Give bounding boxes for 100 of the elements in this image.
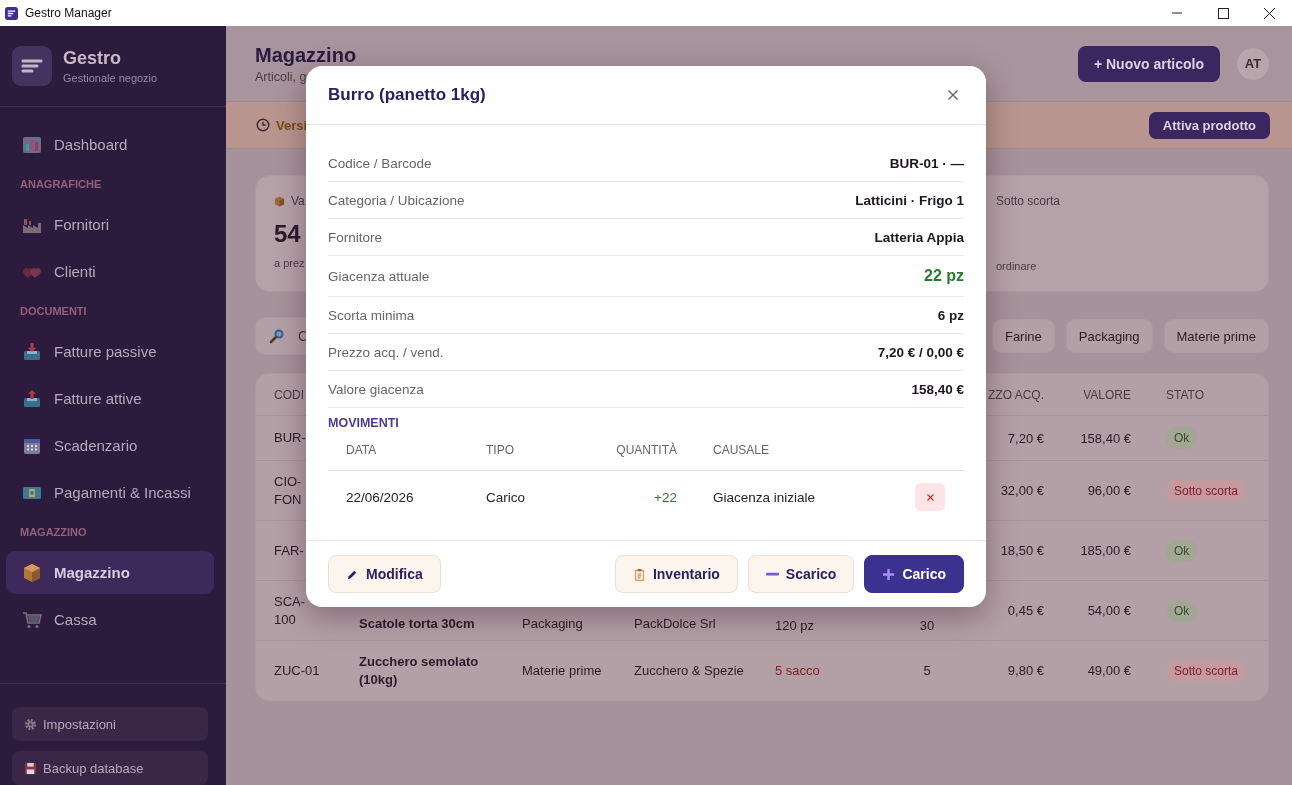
backup-button[interactable]: Backup database: [12, 751, 208, 785]
table-cell: ZUC-01: [274, 661, 320, 680]
table-cell-text: 22/06/2026: [346, 489, 415, 505]
bar-chart-icon: [22, 134, 42, 155]
maximize-icon: [1217, 7, 1229, 19]
stat-value: 54: [274, 220, 301, 248]
activate-button[interactable]: Attiva prodotto: [1148, 111, 1270, 139]
nav-item[interactable]: Magazzino: [6, 551, 214, 594]
window-title: Gestro Manager: [25, 6, 112, 20]
table-cell-text: Carico: [486, 489, 526, 505]
app-tagline: Gestionale negozio: [63, 72, 158, 84]
detail-value: 158,40 €: [911, 381, 964, 397]
stat-note: ordinare: [996, 260, 1037, 272]
nav-item[interactable]: Scadenzario: [6, 424, 214, 467]
table-cell-text: Zucchero & Spezie: [634, 661, 745, 680]
detail-label: Scorta minima: [328, 307, 415, 323]
nav-section-label: ANAGRAFICHE: [19, 177, 103, 192]
nav-item[interactable]: Pagamenti & Incassi: [6, 471, 214, 514]
table-cell-text: 96,00 €: [1086, 483, 1131, 498]
status-badge: Ok: [1166, 539, 1198, 562]
nav-section-label: DOCUMENTI: [19, 304, 88, 319]
table-cell-text: Giacenza iniziale: [713, 489, 817, 505]
detail-value: BUR-01 · —: [889, 155, 964, 171]
search-icon: [269, 328, 285, 344]
table-cell-text: Scatole torta 30cm: [359, 615, 476, 633]
table-cell-text: Zucchero semolato (10kg): [359, 652, 480, 689]
table-cell-text: CIO-FON: [274, 472, 303, 509]
column-header: VALORE: [1082, 387, 1131, 402]
column-header: QUANTITÀ: [615, 443, 677, 457]
tray-icon: [22, 388, 42, 409]
detail-label: Valore giacenza: [328, 381, 424, 397]
clock-icon: [256, 118, 270, 132]
page-subtitle: Articoli, g: [255, 69, 308, 84]
page-title: Magazzino: [255, 43, 357, 67]
table-cell-text: Materie prime: [522, 661, 603, 680]
column-header: STATO: [1165, 387, 1205, 402]
column-header: CAUSALE: [713, 443, 771, 457]
close-icon: [926, 493, 934, 501]
settings-button[interactable]: Impostazioni: [12, 707, 208, 741]
box-icon: [274, 195, 285, 207]
nav-item[interactable]: Fatture passive: [6, 330, 214, 373]
detail-value: Latticini · Frigo 1: [855, 192, 964, 208]
close-icon: [1263, 7, 1275, 19]
filter-chip[interactable]: Packaging: [1065, 319, 1153, 353]
inventory-button[interactable]: Inventario: [614, 555, 738, 593]
table-cell-text: 7,20 €: [1006, 430, 1044, 446]
clipboard-icon: [632, 567, 646, 581]
detail-label: Fornitore: [328, 229, 383, 245]
column-header: CODI: [274, 387, 304, 402]
filter-chip[interactable]: Materie prime: [1163, 319, 1269, 353]
detail-value: 22 pz: [924, 267, 964, 285]
table-cell-text: 5: [922, 663, 932, 678]
nav-item[interactable]: Dashboard: [6, 123, 214, 166]
detail-label: Giacenza attuale: [328, 268, 430, 284]
load-button[interactable]: Carico: [864, 555, 964, 593]
nav-section-label: MAGAZZINO: [19, 525, 88, 540]
table-cell-text: Packaging: [522, 615, 584, 633]
dialog-title: Burro (panetto 1kg): [328, 85, 486, 105]
table-cell-text: SCA-100: [274, 592, 307, 629]
table-cell-text: +22: [653, 489, 677, 505]
filter-chip[interactable]: Farine: [991, 319, 1055, 353]
status-badge: Sotto scorta: [1166, 659, 1247, 682]
table-cell-text: 0,45 €: [1006, 603, 1044, 618]
nav-item[interactable]: Clienti: [6, 250, 214, 293]
status-badge: Ok: [1166, 427, 1198, 449]
table-cell-text: 5 sacco: [775, 663, 821, 678]
detail-value: 6 pz: [937, 307, 964, 323]
table-cell-text: PackDolce Srl: [634, 615, 717, 633]
stat-note: a prez: [274, 257, 305, 269]
logo-icon: [12, 46, 52, 86]
nav-item[interactable]: Fornitori: [6, 203, 214, 246]
status-badge: Ok: [1166, 599, 1198, 622]
table-cell: BUR-: [274, 429, 306, 447]
column-header: DATA: [346, 443, 378, 457]
table-cell-text: 54,00 €: [1086, 603, 1131, 618]
nav-item[interactable]: Cassa: [6, 598, 214, 641]
nav-item[interactable]: Fatture attive: [6, 377, 214, 420]
table-cell-text: 49,00 €: [1086, 663, 1131, 678]
plus-icon: [882, 567, 896, 581]
stat-label: Sotto scorta: [996, 194, 1061, 208]
new-item-button[interactable]: + Nuovo articolo: [1077, 45, 1220, 82]
edit-button[interactable]: Modifica: [328, 555, 441, 593]
column-header: TIPO: [486, 443, 515, 457]
table-cell-text: 30: [918, 618, 936, 635]
table-cell-text: 9,80 €: [1006, 663, 1044, 678]
column-header: ZZO ACQ.: [987, 387, 1044, 402]
delete-button[interactable]: [915, 483, 945, 511]
section-title: MOVIMENTI: [328, 416, 400, 430]
detail-value: 7,20 € / 0,00 €: [877, 344, 964, 360]
unload-button[interactable]: Scarico: [747, 555, 855, 593]
app-icon: [5, 6, 18, 20]
settings-icon: [24, 717, 37, 731]
table-cell: FAR-: [274, 541, 304, 560]
detail-label: Categoria / Ubicazione: [328, 192, 465, 208]
detail-label: Prezzo acq. / vend.: [328, 344, 444, 360]
table-cell-text: 185,00 €: [1079, 543, 1131, 558]
close-icon: [948, 90, 958, 100]
user-avatar[interactable]: AT: [1237, 47, 1269, 80]
box-icon: [22, 562, 42, 583]
status-badge: Sotto scorta: [1166, 479, 1247, 502]
